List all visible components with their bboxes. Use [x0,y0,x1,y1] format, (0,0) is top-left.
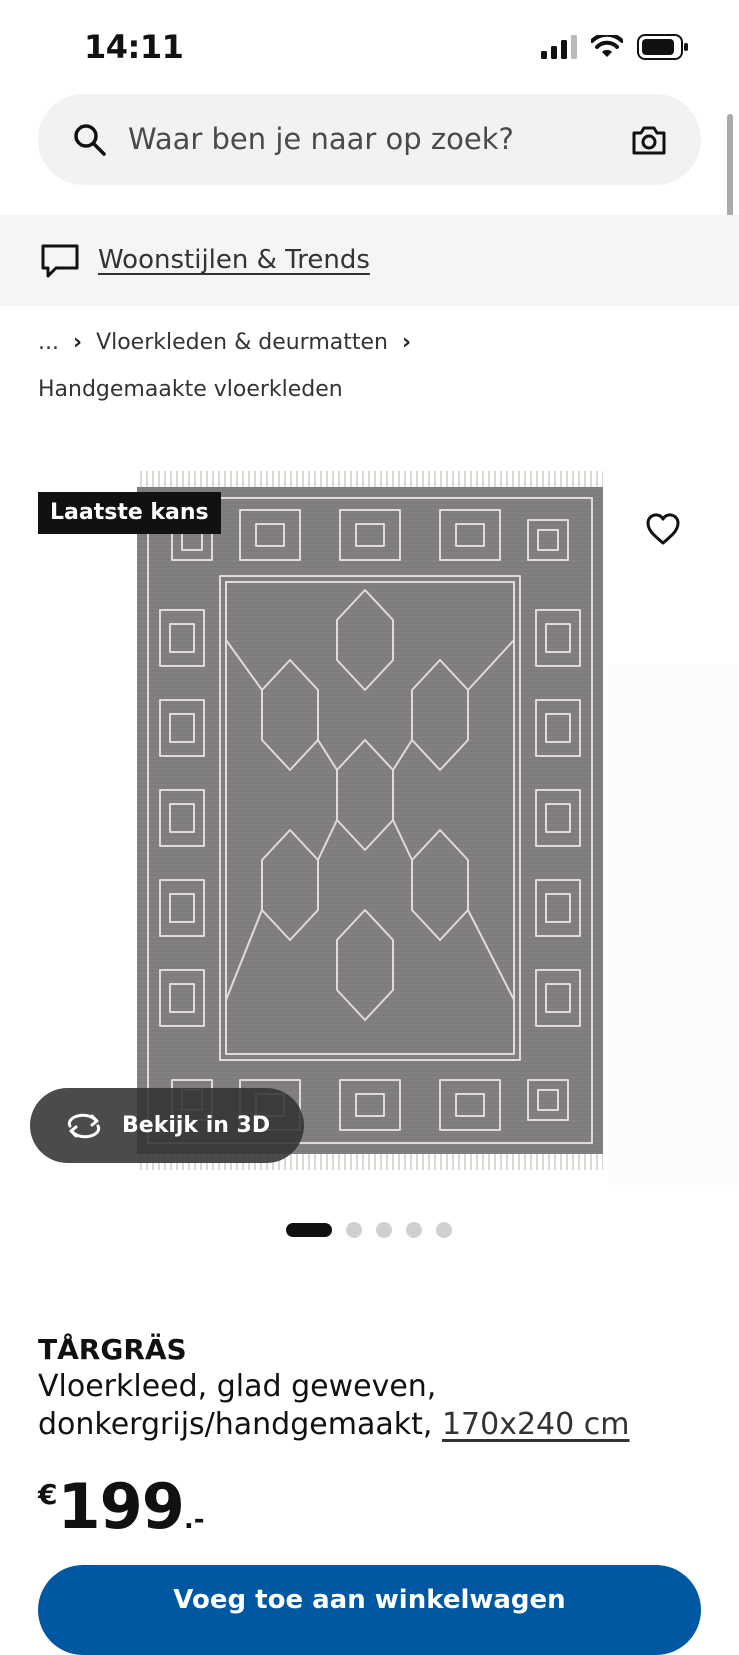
product-name: TÅRGRÄS [38,1333,187,1366]
status-icons [541,34,689,60]
chevron-right-icon: › [72,330,83,355]
signal-icon [541,35,577,59]
chevron-right-icon: › [401,330,412,355]
breadcrumb-ellipsis[interactable]: ... [38,330,59,355]
product-description: Vloerkleed, glad geweven, donkergrijs/ha… [38,1369,437,1442]
camera-icon[interactable] [631,122,667,158]
carousel-indicator [286,1222,452,1238]
carousel-dot[interactable] [376,1222,392,1238]
breadcrumb-subcategory[interactable]: Handgemaakte vloerkleden [38,377,343,402]
breadcrumb: ... › Vloerkleden & deurmatten › [38,330,411,355]
promo-link[interactable]: Woonstijlen & Trends [98,215,370,306]
promo-banner[interactable]: Woonstijlen & Trends [0,215,739,306]
price-currency: € [38,1478,58,1511]
add-to-cart-button[interactable]: Voeg toe aan winkelwagen [38,1565,701,1655]
carousel-dot-active[interactable] [286,1223,332,1237]
view-in-3d-label: Bekijk in 3D [122,1113,271,1138]
status-time: 14:11 [84,28,184,66]
chat-bubble-icon [41,244,79,278]
heart-icon[interactable] [645,512,681,546]
product-price: €199.- [38,1470,205,1543]
last-chance-badge: Laatste kans [38,492,221,534]
price-suffix: .- [183,1505,205,1535]
view-in-3d-button[interactable]: Bekijk in 3D [30,1088,304,1163]
carousel-dot[interactable] [436,1222,452,1238]
carousel-dot[interactable] [346,1222,362,1238]
product-size-link[interactable]: 170x240 cm [442,1407,630,1442]
product-description-block: Vloerkleed, glad geweven, donkergrijs/ha… [38,1368,698,1444]
breadcrumb-category[interactable]: Vloerkleden & deurmatten [96,330,388,355]
search-bar[interactable] [38,94,701,185]
carousel-dot[interactable] [406,1222,422,1238]
search-icon[interactable] [72,122,108,158]
price-amount: 199 [57,1470,184,1543]
scrollbar[interactable] [727,114,733,220]
search-input[interactable] [128,94,598,185]
rotate-3d-icon [64,1113,104,1139]
wifi-icon [591,35,623,57]
battery-icon [637,34,688,60]
status-bar: 14:11 [0,0,739,92]
